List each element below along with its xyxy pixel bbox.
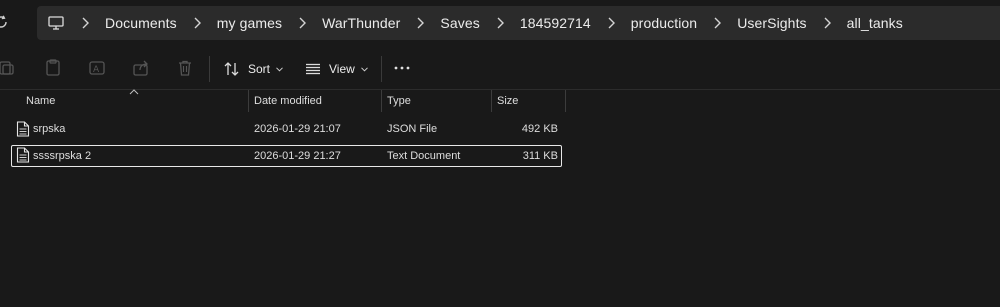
refresh-icon[interactable] xyxy=(0,13,10,31)
cut-icon[interactable] xyxy=(0,59,14,77)
rename-icon[interactable]: A xyxy=(88,59,106,77)
command-bar: A Sort View xyxy=(0,46,1000,91)
svg-text:A: A xyxy=(93,65,100,75)
file-size: 311 KB xyxy=(522,150,558,162)
chevron-down-icon xyxy=(276,66,283,72)
breadcrumb-item-saves[interactable]: Saves xyxy=(440,15,479,31)
column-headers: Name Date modified Type Size xyxy=(0,89,1000,112)
breadcrumb-item-warthunder[interactable]: WarThunder xyxy=(322,15,400,31)
file-name: srpska xyxy=(33,123,66,135)
breadcrumb-chevron-icon[interactable] xyxy=(480,14,520,32)
breadcrumb-chevron-icon[interactable] xyxy=(697,14,737,32)
this-pc-icon[interactable] xyxy=(47,15,65,31)
breadcrumb-chevron-icon[interactable] xyxy=(177,14,217,32)
column-resize-handle[interactable] xyxy=(381,90,382,112)
column-header-name[interactable]: Name xyxy=(26,90,55,112)
column-resize-handle[interactable] xyxy=(248,90,249,112)
view-icon xyxy=(306,63,320,75)
file-type: JSON File xyxy=(387,123,438,135)
breadcrumb-chevron-icon[interactable] xyxy=(282,14,322,32)
file-row[interactable]: srpska 2026-01-29 21:07 JSON File 492 KB xyxy=(11,119,562,141)
file-size: 492 KB xyxy=(521,123,558,135)
breadcrumb-chevron-icon[interactable] xyxy=(400,14,440,32)
column-resize-handle[interactable] xyxy=(491,90,492,112)
file-icon xyxy=(16,147,30,163)
toolbar-separator xyxy=(209,56,210,82)
breadcrumb-item-all-tanks[interactable]: all_tanks xyxy=(847,15,903,31)
column-resize-handle[interactable] xyxy=(565,90,566,112)
sort-button[interactable]: Sort xyxy=(224,56,283,82)
breadcrumb-item-my-games[interactable]: my games xyxy=(217,15,282,31)
address-bar-region: Documents my games WarThunder Saves 1845… xyxy=(0,0,1000,46)
column-header-size[interactable]: Size xyxy=(497,90,518,112)
file-date-modified: 2026-01-29 21:07 xyxy=(254,123,341,135)
file-row[interactable]: ssssrpska 2 2026-01-29 21:27 Text Docume… xyxy=(11,145,562,167)
breadcrumb-item-documents[interactable]: Documents xyxy=(105,15,177,31)
copy-icon[interactable] xyxy=(44,59,62,77)
toolbar-separator xyxy=(381,56,382,82)
breadcrumb-chevron-icon[interactable] xyxy=(591,14,631,32)
sort-label: Sort xyxy=(248,62,271,76)
breadcrumb-item-account-id[interactable]: 184592714 xyxy=(520,15,591,31)
sort-ascending-icon xyxy=(129,89,139,95)
share-icon[interactable] xyxy=(132,59,150,77)
breadcrumb-chevron-icon[interactable] xyxy=(65,14,105,32)
column-header-type[interactable]: Type xyxy=(387,90,411,112)
file-date-modified: 2026-01-29 21:27 xyxy=(254,150,341,162)
column-header-date-modified[interactable]: Date modified xyxy=(254,90,322,112)
delete-icon[interactable] xyxy=(176,59,194,77)
file-type: Text Document xyxy=(387,150,461,162)
address-bar[interactable]: Documents my games WarThunder Saves 1845… xyxy=(37,6,1000,40)
view-label: View xyxy=(329,62,355,76)
file-icon xyxy=(16,121,30,137)
more-options-icon[interactable] xyxy=(393,59,411,77)
view-button[interactable]: View xyxy=(305,56,368,82)
breadcrumb-item-production[interactable]: production xyxy=(631,15,697,31)
breadcrumb-chevron-icon[interactable] xyxy=(807,14,847,32)
sort-icon xyxy=(224,62,239,76)
file-name: ssssrpska 2 xyxy=(33,150,92,162)
breadcrumb-item-usersights[interactable]: UserSights xyxy=(737,15,806,31)
chevron-down-icon xyxy=(360,66,368,72)
